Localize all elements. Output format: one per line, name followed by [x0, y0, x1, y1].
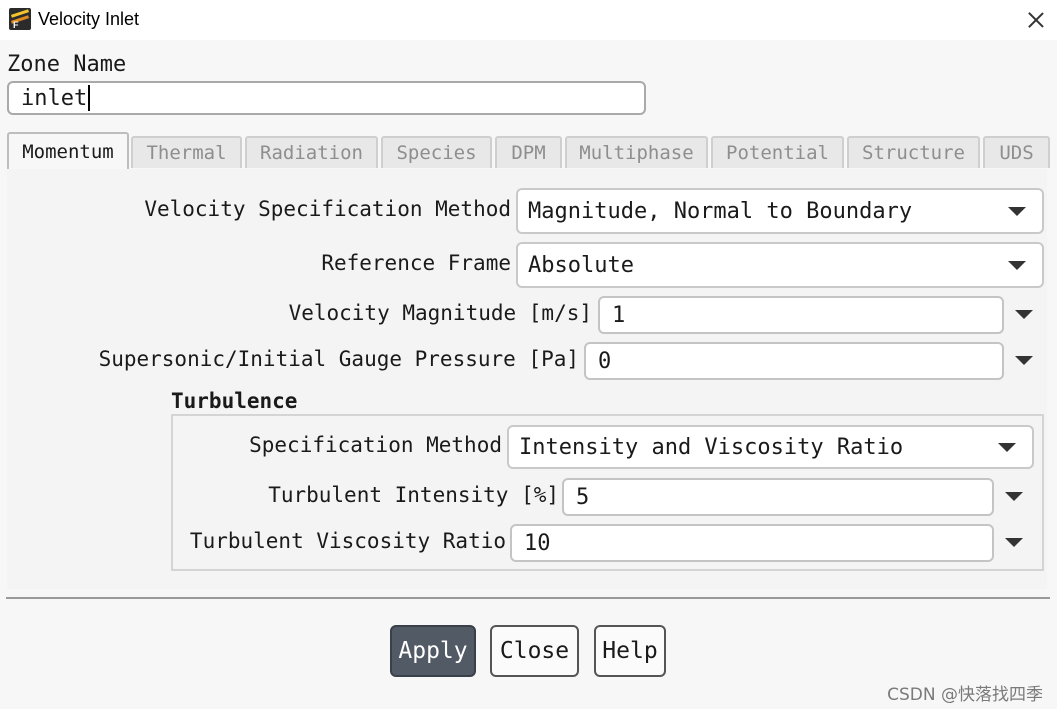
- chevron-down-icon[interactable]: [1015, 356, 1033, 365]
- chevron-down-icon: [1008, 207, 1026, 216]
- turbulent-intensity-value: 5: [576, 484, 590, 510]
- velocity-method-value: Magnitude, Normal to Boundary: [528, 198, 913, 224]
- turbulent-intensity-label: Turbulent Intensity [%]: [268, 483, 559, 507]
- chevron-down-icon[interactable]: [1005, 492, 1023, 501]
- fluent-app-icon: F: [9, 8, 31, 30]
- zone-name-input[interactable]: inlet: [7, 81, 646, 115]
- tab-thermal[interactable]: Thermal: [131, 136, 242, 168]
- zone-name-label: Zone Name: [7, 52, 127, 77]
- velocity-magnitude-label: Velocity Magnitude [m/s]: [288, 301, 592, 325]
- turbulence-heading: Turbulence: [171, 389, 298, 413]
- viscosity-ratio-label: Turbulent Viscosity Ratio: [189, 529, 506, 553]
- divider: [6, 597, 1050, 599]
- help-button[interactable]: Help: [594, 625, 666, 677]
- window-title: Velocity Inlet: [38, 9, 140, 29]
- close-button[interactable]: Close: [490, 625, 579, 677]
- viscosity-ratio-input[interactable]: 10: [510, 524, 994, 562]
- velocity-magnitude-value: 1: [612, 302, 626, 328]
- velocity-magnitude-input[interactable]: 1: [598, 296, 1004, 334]
- tab-radiation[interactable]: Radiation: [245, 136, 378, 168]
- reference-frame-dropdown[interactable]: Absolute: [516, 242, 1044, 288]
- velocity-method-label: Velocity Specification Method: [144, 197, 511, 221]
- turbulence-method-dropdown[interactable]: Intensity and Viscosity Ratio: [507, 425, 1034, 469]
- chevron-down-icon: [1008, 261, 1026, 270]
- turbulence-method-value: Intensity and Viscosity Ratio: [519, 434, 904, 460]
- gauge-pressure-input[interactable]: 0: [584, 342, 1004, 380]
- turbulent-intensity-input[interactable]: 5: [562, 478, 994, 516]
- gauge-pressure-value: 0: [598, 348, 612, 374]
- tab-dpm[interactable]: DPM: [495, 136, 562, 168]
- tab-uds[interactable]: UDS: [983, 136, 1050, 168]
- tab-species[interactable]: Species: [381, 136, 492, 168]
- turbulence-method-label: Specification Method: [249, 433, 502, 457]
- gauge-pressure-label: Supersonic/Initial Gauge Pressure [Pa]: [98, 347, 579, 371]
- tab-momentum[interactable]: Momentum: [7, 132, 129, 170]
- text-caret: [88, 85, 91, 111]
- chevron-down-icon[interactable]: [1015, 310, 1033, 319]
- tab-structure[interactable]: Structure: [847, 136, 980, 168]
- tab-multiphase[interactable]: Multiphase: [565, 136, 708, 168]
- reference-frame-label: Reference Frame: [321, 251, 511, 275]
- reference-frame-value: Absolute: [528, 252, 634, 278]
- close-icon[interactable]: [1024, 8, 1048, 32]
- watermark: CSDN @快落找四季: [887, 685, 1043, 705]
- velocity-method-dropdown[interactable]: Magnitude, Normal to Boundary: [516, 188, 1044, 234]
- chevron-down-icon[interactable]: [1005, 538, 1023, 547]
- tab-potential[interactable]: Potential: [711, 136, 844, 168]
- zone-name-value: inlet: [21, 85, 88, 111]
- title-bar: [0, 0, 1057, 40]
- apply-button[interactable]: Apply: [390, 625, 476, 677]
- viscosity-ratio-value: 10: [524, 530, 551, 556]
- chevron-down-icon: [998, 443, 1016, 452]
